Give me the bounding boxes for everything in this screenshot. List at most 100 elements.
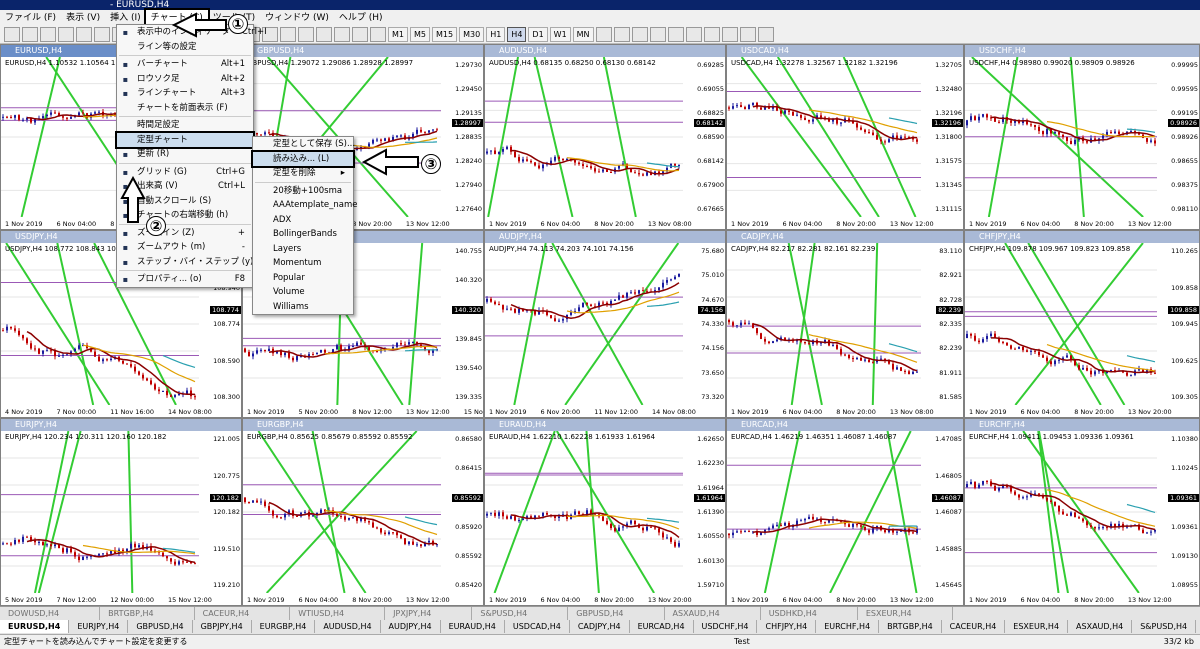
timeframe-h1[interactable]: H1 [486, 27, 505, 42]
chart-tab[interactable]: BRTGBP,H4 [100, 607, 195, 620]
chart-tab[interactable]: CADJPY,H4 [570, 620, 630, 633]
trendline-icon[interactable] [668, 27, 684, 42]
label-icon[interactable] [740, 27, 756, 42]
timeframe-m1[interactable]: M1 [388, 27, 408, 42]
chart-window[interactable]: EURGBP,H4EURGBP,H4 0.85625 0.85679 0.855… [242, 418, 484, 606]
menu-row[interactable]: Momentum [253, 256, 353, 271]
chart-tab[interactable]: GBPUSD,H4 [128, 620, 192, 633]
chart-title[interactable]: USDCHF,H4 [965, 45, 1199, 57]
menu-row[interactable]: 定型を削除▸ [253, 166, 353, 181]
menu-row[interactable]: ライン等の設定 [117, 40, 253, 55]
chart-tab[interactable]: S&PUSD,H4 [1132, 620, 1196, 633]
menu-row[interactable]: ▪ラインチャートAlt+3 [117, 86, 253, 101]
chart-tab[interactable]: GBPJPY,H4 [193, 620, 252, 633]
menu-row[interactable]: ▪ズームアウト (m)- [117, 240, 253, 255]
price-plot[interactable] [965, 243, 1157, 405]
market-watch-icon[interactable] [40, 27, 56, 42]
chart-window[interactable]: AUDJPY,H4AUDJPY,H4 74.113 74.203 74.101 … [484, 230, 726, 418]
arrows-icon[interactable] [758, 27, 774, 42]
chart-tab[interactable]: CHFJPY,H4 [757, 620, 816, 633]
chart-window[interactable]: EURCAD,H4EURCAD,H4 1.46219 1.46351 1.460… [726, 418, 964, 606]
menu-row[interactable]: AAAtemplate_name [253, 198, 353, 213]
chart-window[interactable]: EURCHF,H4EURCHF,H4 1.09411 1.09453 1.093… [964, 418, 1200, 606]
chart-title[interactable]: CADJPY,H4 [727, 231, 963, 243]
price-plot[interactable] [1, 431, 199, 593]
menu-item-0[interactable]: ファイル (F) [0, 10, 61, 26]
chart-tab[interactable]: CACEUR,H4 [942, 620, 1006, 633]
terminal-icon[interactable] [94, 27, 110, 42]
chart-window[interactable]: USDCAD,H4USDCAD,H4 1.32278 1.32567 1.321… [726, 44, 964, 230]
timeframe-m30[interactable]: M30 [459, 27, 484, 42]
indicators-icon[interactable] [334, 27, 350, 42]
chart-tab[interactable]: DOWUSD,H4 [0, 607, 100, 620]
menu-row[interactable]: ▪ステップ・バイ・ステップ (y)F12 [117, 255, 253, 270]
timeframe-m5[interactable]: M5 [410, 27, 430, 42]
menu-row[interactable]: チャートを前面表示 (F) [117, 101, 253, 116]
menu-row[interactable]: ▪バーチャートAlt+1 [117, 57, 253, 72]
timeframe-h4[interactable]: H4 [507, 27, 526, 42]
chart-window[interactable]: AUDUSD,H4AUDUSD,H4 0.68135 0.68250 0.681… [484, 44, 726, 230]
navigator-icon[interactable] [76, 27, 92, 42]
menu-row[interactable]: 20移動+100sma [253, 184, 353, 199]
chart-tab[interactable]: EURAUD,H4 [441, 620, 505, 633]
chart-tab[interactable]: GBPUSD,H4 [568, 607, 664, 620]
chart-tab[interactable]: EURUSD,H4 [0, 620, 69, 633]
chart-title[interactable]: USDCAD,H4 [727, 45, 963, 57]
price-plot[interactable] [485, 431, 683, 593]
autoscroll-icon[interactable] [298, 27, 314, 42]
timeframe-mn[interactable]: MN [573, 27, 594, 42]
chart-title[interactable]: GBPUSD,H4 [243, 45, 483, 57]
data-window-icon[interactable] [58, 27, 74, 42]
chart-tab[interactable]: ESXEUR,H4 [1005, 620, 1068, 633]
timeframe-w1[interactable]: W1 [550, 27, 571, 42]
menu-row[interactable]: Volume [253, 285, 353, 300]
profiles-icon[interactable] [22, 27, 38, 42]
menu-row[interactable]: ▪更新 (R) [117, 147, 253, 162]
menu-item-5[interactable]: ウィンドウ (W) [260, 10, 334, 26]
chart-tab[interactable]: CACEUR,H4 [195, 607, 291, 620]
menu-item-6[interactable]: ヘルプ (H) [334, 10, 388, 26]
chart-title[interactable]: EURCHF,H4 [965, 419, 1199, 431]
chart-tab[interactable]: ASXAUD,H4 [1068, 620, 1132, 633]
chart-tab[interactable]: BRTGBP,H4 [879, 620, 942, 633]
chart-tab[interactable]: USDCAD,H4 [505, 620, 570, 633]
menu-row[interactable]: ▪プロパティ... (o)F8 [117, 272, 253, 287]
price-plot[interactable] [243, 431, 441, 593]
menu-row[interactable]: 時間足設定 [117, 118, 253, 133]
chart-tab[interactable]: USDCHF,H4 [694, 620, 758, 633]
chart-tab[interactable]: ESXEUR,H4 [858, 607, 953, 620]
menu-row[interactable]: BollingerBands [253, 227, 353, 242]
hline-icon[interactable] [650, 27, 666, 42]
menu-row[interactable]: Williams [253, 300, 353, 315]
chart-tab[interactable]: USDHKD,H4 [761, 607, 858, 620]
menu-item-1[interactable]: 表示 (V) [61, 10, 105, 26]
chart-tab[interactable]: WTIUSD,H4 [290, 607, 385, 620]
chart-tab[interactable]: S&PUSD,H4 [472, 607, 568, 620]
timeframe-d1[interactable]: D1 [528, 27, 547, 42]
new-chart-icon[interactable] [4, 27, 20, 42]
chart-tab[interactable]: EURGBP,H4 [252, 620, 316, 633]
chart-title[interactable]: EURCAD,H4 [727, 419, 963, 431]
chart-title[interactable]: AUDUSD,H4 [485, 45, 725, 57]
chart-window[interactable]: CADJPY,H4CADJPY,H4 82.217 82.281 82.161 … [726, 230, 964, 418]
fibo-icon[interactable] [704, 27, 720, 42]
tile-icon[interactable] [280, 27, 296, 42]
chart-tab[interactable]: EURCHF,H4 [816, 620, 879, 633]
menu-row[interactable]: 定型として保存 (S)... [253, 137, 353, 152]
menu-row[interactable]: ▪ロウソク足Alt+2 [117, 72, 253, 87]
chart-title[interactable]: EURJPY,H4 [1, 419, 241, 431]
menu-row[interactable]: ▪ズームイン (Z)+ [117, 226, 253, 241]
menu-row[interactable]: Layers [253, 242, 353, 257]
chart-tab[interactable]: EURJPY,H4 [69, 620, 128, 633]
period-icon[interactable] [352, 27, 368, 42]
menu-row[interactable]: Popular [253, 271, 353, 286]
price-plot[interactable] [727, 243, 921, 405]
price-plot[interactable] [727, 431, 921, 593]
price-plot[interactable] [727, 57, 921, 217]
chart-tab[interactable]: AUDUSD,H4 [315, 620, 380, 633]
menu-row[interactable]: 読み込み... (L) [253, 152, 353, 167]
channel-icon[interactable] [686, 27, 702, 42]
price-plot[interactable] [485, 57, 683, 217]
chart-title[interactable]: EURGBP,H4 [243, 419, 483, 431]
chart-tab[interactable]: JPXJPY,H4 [385, 607, 472, 620]
